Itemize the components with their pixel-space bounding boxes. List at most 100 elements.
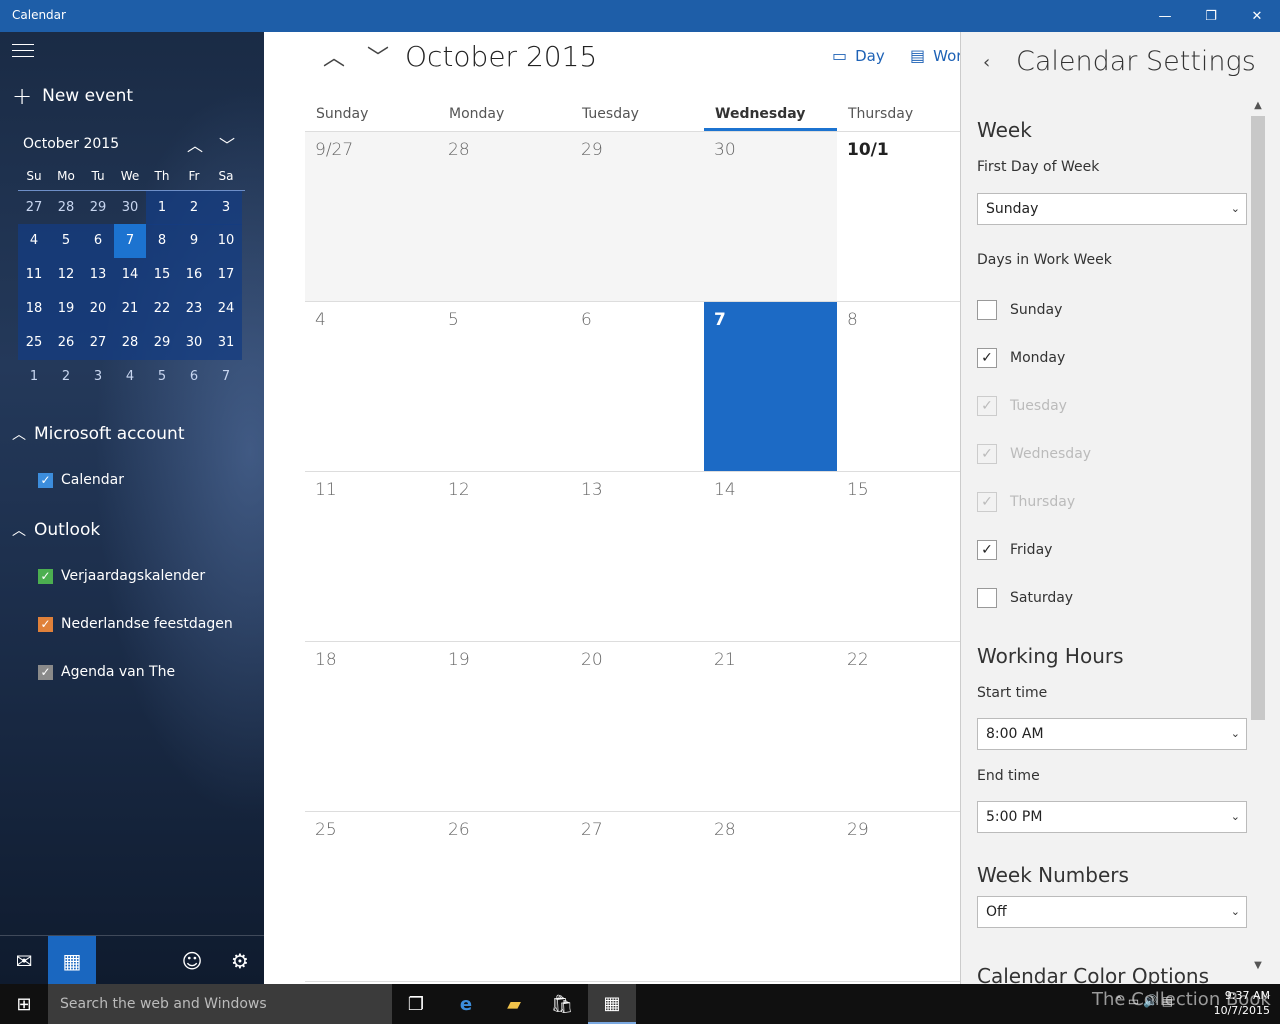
mini-day[interactable]: 26: [50, 326, 82, 360]
hamburger-menu-icon[interactable]: [12, 44, 34, 60]
mini-day[interactable]: 29: [146, 326, 178, 360]
calendar-checkbox[interactable]: ✓: [38, 664, 53, 680]
mini-day[interactable]: 12: [50, 258, 82, 292]
day-cell[interactable]: 9/27: [305, 132, 438, 301]
mail-icon[interactable]: ✉: [0, 936, 48, 985]
day-cell[interactable]: 27: [571, 812, 704, 981]
day-cell[interactable]: 13: [571, 472, 704, 641]
mini-day[interactable]: 16: [178, 258, 210, 292]
taskbar-search-input[interactable]: Search the web and Windows: [48, 984, 392, 1024]
account-group-header[interactable]: ︿ Outlook: [12, 520, 100, 540]
checkbox[interactable]: [977, 300, 997, 320]
prev-month-icon[interactable]: ︿: [319, 40, 349, 72]
mini-prev-month-icon[interactable]: ︿: [185, 132, 205, 156]
mini-day[interactable]: 20: [82, 292, 114, 326]
settings-scrollbar-thumb[interactable]: [1251, 116, 1265, 720]
mini-day[interactable]: 22: [146, 292, 178, 326]
mini-day[interactable]: 18: [18, 292, 50, 326]
mini-day[interactable]: 29: [82, 191, 114, 225]
work-day-checkbox-row[interactable]: ✓ Friday: [977, 540, 1052, 560]
day-cell[interactable]: 14: [704, 472, 837, 641]
start-time-select[interactable]: 8:00 AM ⌄: [977, 718, 1247, 750]
checkbox[interactable]: ✓: [977, 540, 997, 560]
mini-day[interactable]: 24: [210, 292, 242, 326]
day-cell[interactable]: 12: [438, 472, 571, 641]
day-cell[interactable]: 7: [704, 302, 837, 471]
new-event-button[interactable]: + New event: [12, 84, 133, 108]
restore-button[interactable]: ❐: [1188, 0, 1234, 32]
mini-day[interactable]: 5: [146, 360, 178, 394]
system-tray-icons[interactable]: ⌃ ▭ 🔊 ▤: [1114, 994, 1173, 1008]
mini-day[interactable]: 4: [114, 360, 146, 394]
day-cell[interactable]: 22: [837, 642, 960, 811]
calendar-checkbox[interactable]: ✓: [38, 472, 53, 488]
day-cell[interactable]: 11: [305, 472, 438, 641]
day-cell[interactable]: 26: [438, 812, 571, 981]
day-cell[interactable]: 21: [704, 642, 837, 811]
mini-calendar-title[interactable]: October 2015: [23, 136, 119, 152]
taskbar-clock[interactable]: 9:37 AM 10/7/2015: [1208, 988, 1270, 1018]
day-cell[interactable]: 6: [571, 302, 704, 471]
work-day-checkbox-row[interactable]: Saturday: [977, 588, 1073, 608]
calendar-toggle[interactable]: ✓ Calendar: [38, 472, 124, 488]
mini-day[interactable]: 15: [146, 258, 178, 292]
calendar-checkbox[interactable]: ✓: [38, 568, 53, 584]
day-cell[interactable]: 28: [438, 132, 571, 301]
back-arrow-icon[interactable]: ‹: [983, 52, 990, 73]
day-cell[interactable]: 4: [305, 302, 438, 471]
work-day-checkbox-row[interactable]: ✓ Monday: [977, 348, 1065, 368]
next-month-icon[interactable]: ﹀: [363, 40, 393, 72]
mini-day[interactable]: 31: [210, 326, 242, 360]
file-explorer-icon[interactable]: ▰: [490, 984, 538, 1024]
mini-day[interactable]: 10: [210, 224, 242, 258]
mini-day[interactable]: 8: [146, 224, 178, 258]
checkbox[interactable]: [977, 588, 997, 608]
mini-day[interactable]: 7: [114, 224, 146, 258]
mini-day[interactable]: 25: [18, 326, 50, 360]
day-cell[interactable]: 19: [438, 642, 571, 811]
work-week-view-button[interactable]: ▤ Wor: [910, 46, 960, 65]
mini-day[interactable]: 13: [82, 258, 114, 292]
edge-browser-icon[interactable]: e: [442, 984, 490, 1024]
mini-day[interactable]: 3: [82, 360, 114, 394]
mini-day[interactable]: 9: [178, 224, 210, 258]
task-view-icon[interactable]: ❐: [392, 984, 440, 1024]
mini-day[interactable]: 6: [82, 224, 114, 258]
mini-day[interactable]: 2: [178, 191, 210, 225]
day-cell[interactable]: 29: [571, 132, 704, 301]
day-cell[interactable]: 29: [837, 812, 960, 981]
mini-day[interactable]: 14: [114, 258, 146, 292]
mini-day[interactable]: 5: [50, 224, 82, 258]
day-cell[interactable]: 15: [837, 472, 960, 641]
day-cell[interactable]: 25: [305, 812, 438, 981]
scroll-down-icon[interactable]: ▼: [1251, 960, 1265, 971]
feedback-smiley-icon[interactable]: ☺: [168, 936, 216, 985]
mini-day[interactable]: 3: [210, 191, 242, 225]
mini-day[interactable]: 1: [146, 191, 178, 225]
mini-day[interactable]: 23: [178, 292, 210, 326]
mini-day[interactable]: 30: [114, 191, 146, 225]
store-icon[interactable]: 🛍: [538, 984, 586, 1024]
day-cell[interactable]: 8: [837, 302, 960, 471]
calendar-checkbox[interactable]: ✓: [38, 616, 53, 632]
calendar-taskbar-icon[interactable]: ▦: [588, 984, 636, 1024]
mini-day[interactable]: 17: [210, 258, 242, 292]
mini-day[interactable]: 27: [82, 326, 114, 360]
end-time-select[interactable]: 5:00 PM ⌄: [977, 801, 1247, 833]
mini-day[interactable]: 30: [178, 326, 210, 360]
close-button[interactable]: ✕: [1234, 0, 1280, 32]
mini-day[interactable]: 28: [50, 191, 82, 225]
checkbox[interactable]: ✓: [977, 348, 997, 368]
day-view-button[interactable]: ▭ Day: [832, 46, 885, 65]
account-group-header[interactable]: ︿ Microsoft account: [12, 424, 185, 444]
work-day-checkbox-row[interactable]: Sunday: [977, 300, 1062, 320]
day-cell[interactable]: 20: [571, 642, 704, 811]
mini-day[interactable]: 1: [18, 360, 50, 394]
calendar-app-icon[interactable]: ▦: [48, 936, 96, 985]
calendar-toggle[interactable]: ✓ Agenda van The: [38, 664, 175, 680]
day-cell[interactable]: 30: [704, 132, 837, 301]
mini-day[interactable]: 28: [114, 326, 146, 360]
week-numbers-select[interactable]: Off ⌄: [977, 896, 1247, 928]
day-cell[interactable]: 10/1: [837, 132, 960, 301]
day-cell[interactable]: 18: [305, 642, 438, 811]
